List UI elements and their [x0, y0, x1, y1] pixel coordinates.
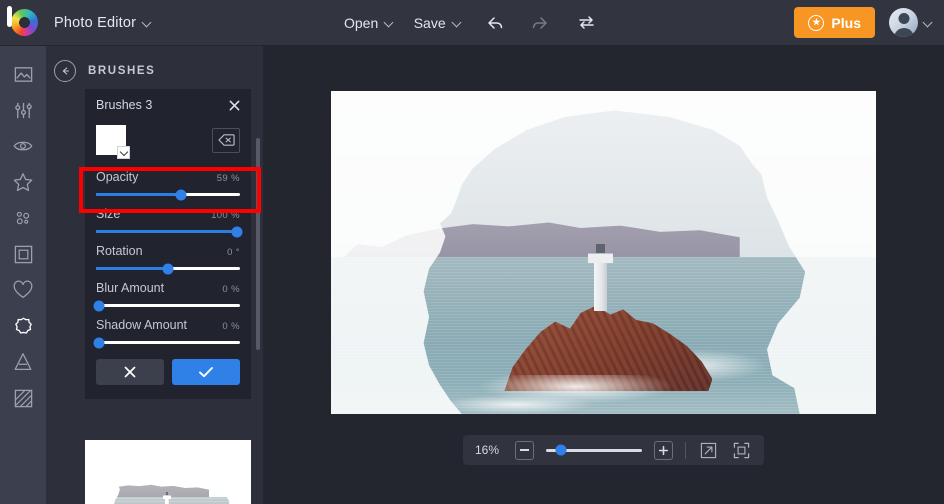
- top-right-actions: ★ Plus: [794, 7, 932, 38]
- chevron-down-icon: [385, 19, 393, 27]
- close-icon[interactable]: [228, 99, 241, 112]
- slider-knob[interactable]: [93, 337, 104, 348]
- center-toolbar: Open Save: [342, 8, 602, 38]
- star-circle-icon: ★: [808, 15, 824, 31]
- apply-button[interactable]: [172, 359, 240, 385]
- rail-item-heart[interactable]: [0, 272, 46, 308]
- artboard[interactable]: [331, 91, 876, 414]
- slider-fill: [96, 193, 181, 196]
- compare-swap-icon[interactable]: [572, 8, 602, 38]
- cancel-button[interactable]: [96, 359, 164, 385]
- app-title-menu[interactable]: Photo Editor: [54, 15, 151, 31]
- zoom-slider-knob[interactable]: [556, 445, 567, 456]
- slider-knob[interactable]: [232, 226, 243, 237]
- eraser-icon[interactable]: [212, 128, 240, 153]
- fit-to-screen-icon[interactable]: [731, 440, 752, 461]
- divider: [685, 442, 686, 459]
- avatar: [889, 8, 918, 37]
- card-title: Brushes 3: [96, 98, 152, 112]
- lighthouse-tower: [594, 259, 607, 311]
- open-label: Open: [344, 15, 378, 31]
- chevron-down-icon: [924, 19, 932, 27]
- slider-track[interactable]: [96, 341, 240, 344]
- rail-item-star[interactable]: [0, 164, 46, 200]
- chevron-down-icon: [453, 19, 461, 27]
- slider-label: Shadow Amount: [96, 318, 187, 332]
- slider-fill: [96, 230, 240, 233]
- rail-item-text[interactable]: [0, 344, 46, 380]
- canvas-stage[interactable]: 16%: [263, 46, 944, 504]
- redo-button[interactable]: [526, 8, 556, 38]
- card-body: Opacity 59 % Size 100 %: [85, 121, 251, 399]
- chevron-down-icon: [143, 19, 151, 27]
- card-actions: [96, 348, 240, 389]
- slider-knob[interactable]: [93, 300, 104, 311]
- rail-item-eye[interactable]: [0, 128, 46, 164]
- slider-value: 0 %: [222, 321, 240, 332]
- zoom-level-label: 16%: [475, 443, 503, 457]
- slider-value: 0 °: [227, 247, 240, 258]
- rail-item-frame[interactable]: [0, 236, 46, 272]
- account-menu[interactable]: [889, 8, 932, 37]
- zoom-toolbar: 16%: [463, 435, 764, 465]
- plus-upgrade-button[interactable]: ★ Plus: [794, 7, 875, 38]
- rail-item-effects[interactable]: [0, 200, 46, 236]
- slider-label: Opacity: [96, 170, 138, 184]
- sea-foam: [440, 395, 593, 414]
- photo-editor-app: Photo Editor Open Save: [0, 0, 944, 504]
- layer-thumbnail-preview[interactable]: [85, 440, 251, 504]
- plus-icon: [658, 445, 669, 456]
- slider-track[interactable]: [96, 267, 240, 270]
- card-header: Brushes 3: [85, 89, 251, 121]
- zoom-in-button[interactable]: [654, 441, 673, 460]
- rail-item-brushes[interactable]: [0, 308, 46, 344]
- rail-item-texture[interactable]: [0, 380, 46, 416]
- slider-opacity: Opacity 59 %: [96, 163, 240, 200]
- slider-value: 59 %: [217, 173, 240, 184]
- slider-knob[interactable]: [163, 263, 174, 274]
- save-menu-button[interactable]: Save: [412, 11, 463, 35]
- slider-knob[interactable]: [175, 189, 186, 200]
- slider-shadow-amount: Shadow Amount 0 %: [96, 311, 240, 348]
- brush-color-swatch[interactable]: [96, 125, 126, 155]
- lighthouse-lantern: [596, 244, 605, 253]
- undo-button[interactable]: [479, 8, 509, 38]
- slider-fill: [96, 267, 168, 270]
- slider-size: Size 100 %: [96, 200, 240, 237]
- brush-settings-card: Brushes 3: [85, 89, 251, 399]
- save-label: Save: [414, 15, 446, 31]
- app-title-label: Photo Editor: [54, 15, 136, 31]
- rail-item-adjust[interactable]: [0, 92, 46, 128]
- slider-value: 0 %: [222, 284, 240, 295]
- expand-arrow-icon[interactable]: [698, 440, 719, 461]
- panel-scrollbar[interactable]: [256, 138, 260, 350]
- zoom-out-button[interactable]: [515, 441, 534, 460]
- slider-label: Rotation: [96, 244, 143, 258]
- slider-rotation: Rotation 0 °: [96, 237, 240, 274]
- back-arrow-icon[interactable]: [54, 60, 76, 82]
- slider-label: Blur Amount: [96, 281, 164, 295]
- lighthouse-gallery: [588, 253, 613, 263]
- plus-label: Plus: [831, 15, 861, 31]
- top-toolbar: Photo Editor Open Save: [0, 0, 944, 46]
- slider-track[interactable]: [96, 193, 240, 196]
- slider-blur-amount: Blur Amount 0 %: [96, 274, 240, 311]
- lighthouse-on-rock-seascape: [331, 91, 876, 414]
- slider-track[interactable]: [96, 304, 240, 307]
- chevron-down-icon[interactable]: [117, 146, 130, 159]
- minus-icon: [520, 449, 529, 451]
- brand: Photo Editor: [0, 9, 151, 36]
- zoom-slider-track[interactable]: [546, 449, 642, 452]
- tool-rail: [0, 46, 46, 504]
- slider-value: 100 %: [211, 210, 240, 221]
- open-menu-button[interactable]: Open: [342, 11, 395, 35]
- brushes-panel: BRUSHES Brushes 3: [46, 46, 263, 504]
- panel-title: BRUSHES: [88, 65, 155, 77]
- colorwheel-logo-icon: [11, 9, 38, 36]
- slider-track[interactable]: [96, 230, 240, 233]
- slider-label: Size: [96, 207, 120, 221]
- panel-header: BRUSHES: [46, 46, 263, 94]
- rail-item-image[interactable]: [0, 56, 46, 92]
- brush-color-row: [96, 121, 240, 163]
